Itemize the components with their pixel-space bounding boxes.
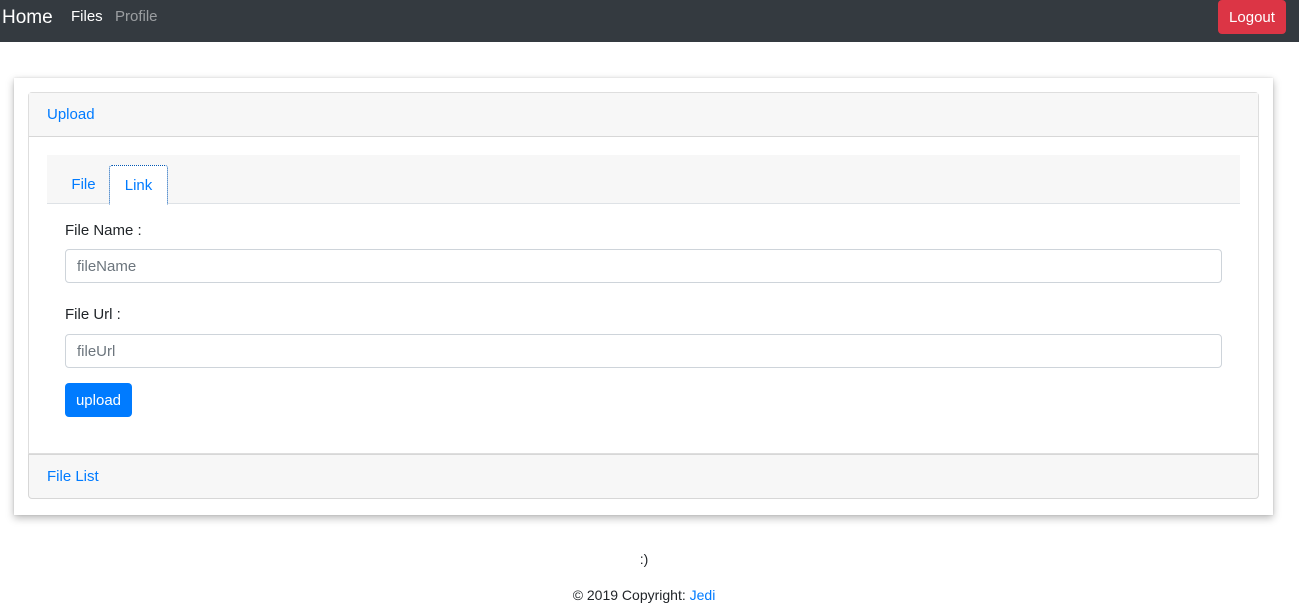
footer-smiley: :) <box>639 551 649 567</box>
file-name-label: File Name : <box>65 222 142 239</box>
upload-accordion: Upload File Link File Name : File Url : … <box>28 92 1259 454</box>
copyright-text: © 2019 Copyright: <box>572 587 690 603</box>
nav-item-files[interactable]: Files <box>71 8 103 25</box>
file-name-input[interactable] <box>65 249 1222 283</box>
tab-file[interactable]: File <box>57 165 110 205</box>
upload-accordion-toggle[interactable]: Upload <box>47 106 95 123</box>
brand-home-link[interactable]: Home <box>2 7 53 29</box>
top-navbar: Home Files Profile Logout <box>0 0 1299 42</box>
file-url-label: File Url : <box>65 306 121 323</box>
copyright-link[interactable]: Jedi <box>690 587 716 603</box>
footer-copyright: © 2019 Copyright: Jedi <box>0 587 1288 603</box>
nav-item-profile[interactable]: Profile <box>115 8 158 25</box>
upload-button[interactable]: upload <box>65 383 132 417</box>
file-list-accordion-header[interactable]: File List <box>28 454 1259 499</box>
file-url-input[interactable] <box>65 334 1222 368</box>
logout-button[interactable]: Logout <box>1218 0 1286 34</box>
main-card: Upload File Link File Name : File Url : … <box>14 78 1273 515</box>
upload-tabs: File Link <box>47 155 1240 205</box>
upload-accordion-header[interactable]: Upload <box>29 93 1258 137</box>
tab-link[interactable]: Link <box>109 165 168 205</box>
file-list-accordion-toggle[interactable]: File List <box>47 468 99 485</box>
